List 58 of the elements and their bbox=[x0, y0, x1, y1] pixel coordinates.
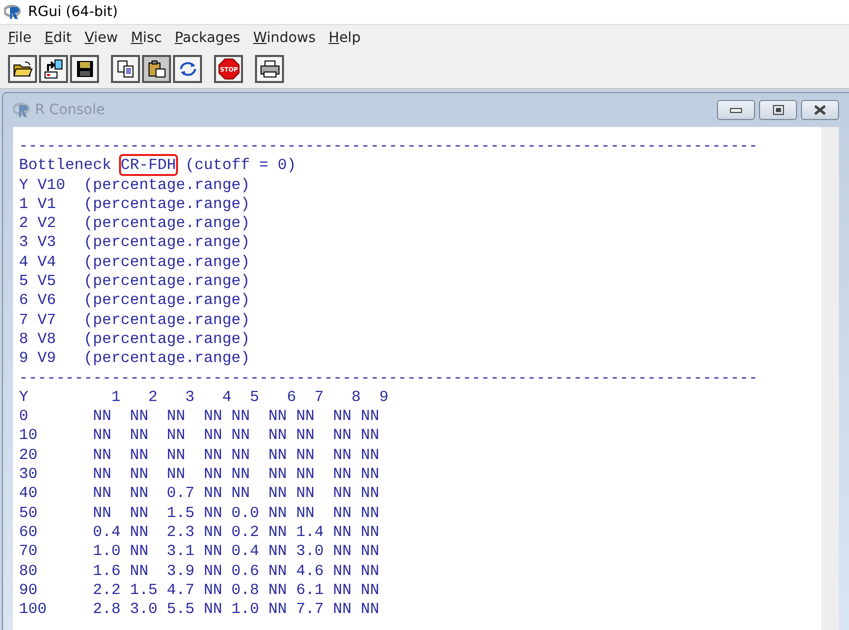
console-line: 70 1.0 NN 3.1 NN 0.4 NN 3.0 NN NN bbox=[19, 542, 380, 562]
console-line: 1 V1 (percentage.range) bbox=[19, 194, 251, 214]
minimize-icon bbox=[730, 108, 742, 112]
console-line: 50 NN NN 1.5 NN 0.0 NN NN NN NN bbox=[19, 504, 380, 523]
r-logo-icon bbox=[13, 102, 31, 118]
close-icon bbox=[814, 105, 826, 115]
load-workspace-icon bbox=[44, 59, 64, 79]
console-text: (cutoff = 0) bbox=[185, 156, 296, 174]
toolbar-button[interactable] bbox=[39, 55, 68, 83]
console-line: 6 V6 (percentage.range) bbox=[19, 291, 251, 311]
console-line: 40 NN NN 0.7 NN NN NN NN NN NN bbox=[19, 484, 380, 504]
maximize-button[interactable] bbox=[759, 100, 797, 120]
console-line: 4 V4 (percentage.range) bbox=[19, 252, 251, 272]
dashed-rule: -------------------------------------------------------------------------------- bbox=[19, 137, 759, 156]
console-line: 10 NN NN NN NN NN NN NN NN NN bbox=[19, 426, 380, 446]
console-line: 60 0.4 NN 2.3 NN 0.2 NN 1.4 NN NN bbox=[19, 522, 380, 542]
console-line: 5 V5 (percentage.range) bbox=[19, 272, 251, 292]
toolbar-button[interactable] bbox=[142, 55, 171, 83]
console-line: 7 V7 (percentage.range) bbox=[19, 310, 251, 330]
window-title: RGui (64-bit) bbox=[28, 4, 118, 20]
toolbar-button[interactable] bbox=[70, 55, 99, 83]
console-line: 3 V3 (percentage.range) bbox=[19, 233, 251, 253]
refresh-arrows-icon bbox=[178, 60, 198, 78]
console-line: 8 V8 (percentage.range) bbox=[19, 330, 251, 350]
copy-icon bbox=[116, 60, 134, 78]
console-line: 9 V9 (percentage.range) bbox=[19, 349, 251, 369]
menu-item[interactable]: File bbox=[2, 30, 38, 46]
r-logo-icon bbox=[4, 4, 22, 20]
console-line: 2 V2 (percentage.range) bbox=[19, 214, 251, 234]
console-line: Y V10 (percentage.range) bbox=[19, 176, 251, 195]
toolbar-button[interactable] bbox=[111, 55, 140, 83]
console-line: 20 NN NN NN NN NN NN NN NN NN bbox=[19, 446, 380, 466]
console-line: 0 NN NN NN NN NN NN NN NN NN bbox=[19, 407, 380, 426]
console-line: Y 1 2 3 4 5 6 7 8 9 bbox=[19, 388, 390, 408]
menu-item[interactable]: Packages bbox=[168, 30, 248, 46]
close-button[interactable] bbox=[801, 100, 839, 120]
toolbar-button[interactable] bbox=[255, 55, 284, 83]
minimize-button[interactable] bbox=[717, 100, 755, 120]
menu-item[interactable]: Misc bbox=[124, 30, 169, 46]
console-title: R Console bbox=[35, 102, 106, 118]
open-folder-icon bbox=[12, 60, 32, 78]
paste-icon bbox=[148, 60, 166, 78]
menu-item[interactable]: View bbox=[78, 30, 125, 46]
printer-icon bbox=[260, 60, 280, 78]
menu-item[interactable]: Help bbox=[322, 30, 368, 46]
dashed-rule: -------------------------------------------------------------------------------- bbox=[19, 368, 759, 388]
highlighted-text: CR-FDH bbox=[120, 156, 176, 174]
console-text: Bottleneck bbox=[19, 156, 112, 174]
console-line: 30 NN NN NN NN NN NN NN NN NN bbox=[19, 465, 380, 484]
scrollbar[interactable] bbox=[821, 127, 839, 630]
toolbar-button[interactable] bbox=[8, 55, 37, 83]
toolbar-button[interactable] bbox=[173, 55, 202, 83]
console-line: 80 1.6 NN 3.9 NN 0.6 NN 4.6 NN NN bbox=[19, 562, 380, 581]
maximize-icon bbox=[772, 105, 784, 115]
menu-item[interactable]: Windows bbox=[247, 30, 323, 46]
menu-item[interactable]: Edit bbox=[38, 30, 79, 46]
console-line: 100 2.8 3.0 5.5 NN 1.0 NN 7.7 NN NN bbox=[19, 600, 380, 620]
console-line: 90 2.2 1.5 4.7 NN 0.8 NN 6.1 NN NN bbox=[19, 580, 380, 600]
